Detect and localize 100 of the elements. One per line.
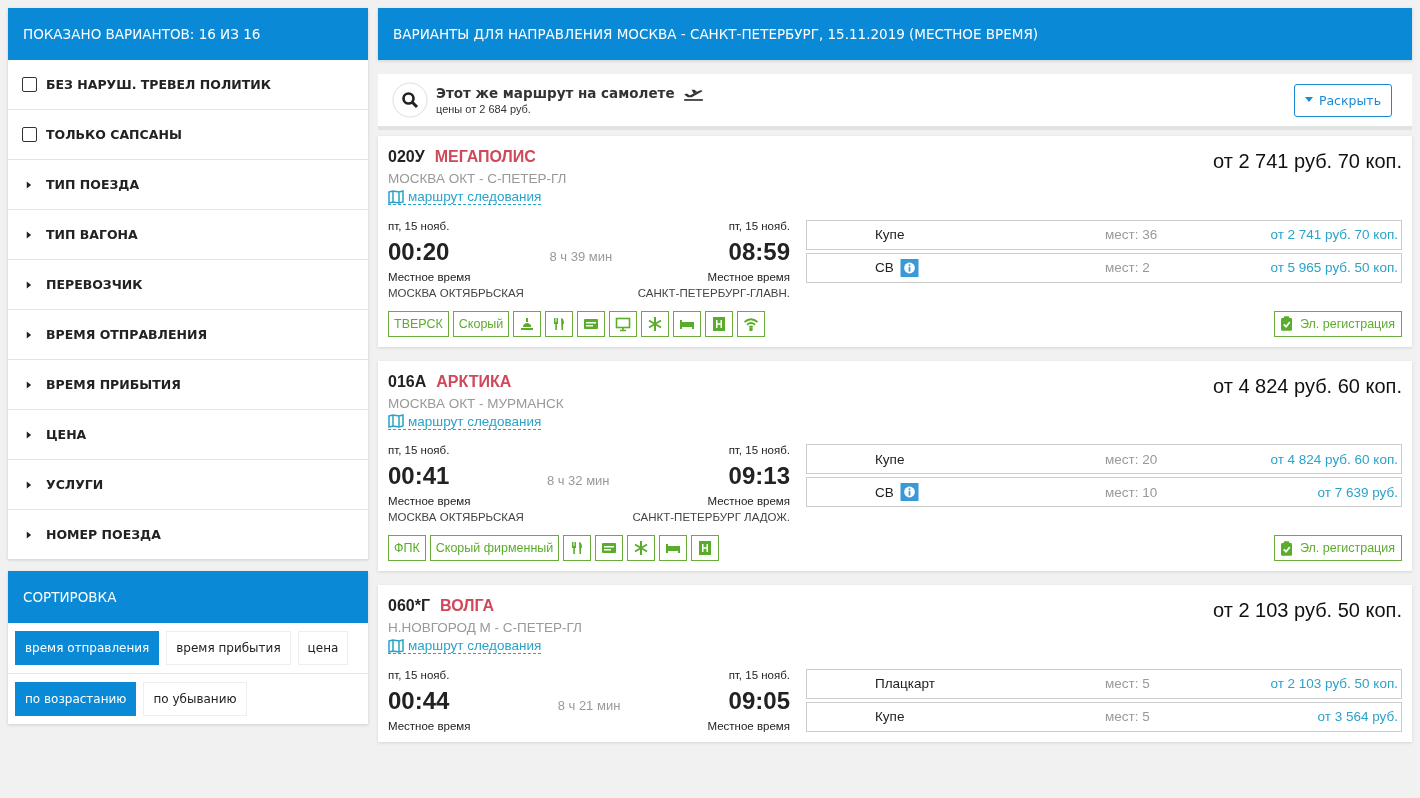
departure-date: пт, 15 нояб. [388,444,451,456]
amenity-card-icon [595,535,624,561]
checkbox[interactable] [22,127,37,142]
departure-date: пт, 15 нояб. [388,219,451,232]
filter-label: ПЕРЕВОЗЧИК [46,277,143,292]
filter-label: НОМЕР ПОЕЗДА [46,527,161,542]
tariff-row[interactable]: СВ мест: 10 от 7 639 руб. [806,477,1402,507]
checkbox[interactable] [22,77,37,92]
filter-label: ЦЕНА [46,427,87,442]
filter-label: БЕЗ НАРУШ. ТРЕВЕЛ ПОЛИТИК [46,77,271,92]
filter-group[interactable]: ПЕРЕВОЗЧИК [8,260,368,310]
seats-count: мест: 36 [1105,227,1159,242]
departure-date: пт, 15 нояб. [388,668,451,681]
filter-group[interactable]: ТИП ВАГОНА [8,210,368,260]
filter-group[interactable]: УСЛУГИ [8,460,368,510]
departure-station: МОСКВА ОКТЯБРЬСКАЯ [388,511,524,523]
amenity-snowflake-icon [627,535,656,561]
train-name: МЕГАПОЛИС [434,148,536,166]
time-zone-note: Местное время [388,495,472,507]
expand-button[interactable]: Раскрыть [1293,83,1392,117]
trip-duration: 8 ч 32 мин [546,473,610,490]
arrival-time: 08:59 [728,237,790,266]
filter-group[interactable]: ВРЕМЯ ОТПРАВЛЕНИЯ [8,310,368,360]
amenity-wifi-icon [737,310,766,337]
arrival-date: пт, 15 нояб. [728,668,790,681]
tariff-row[interactable]: Купе мест: 20 от 4 824 руб. 60 коп. [806,444,1402,474]
train-tag: Скорый фирменный [429,535,560,561]
train-route: МОСКВА ОКТ - С-ПЕТЕР-ГЛ [388,171,567,186]
tariff-row[interactable]: Купе мест: 5 от 3 564 руб. [806,701,1402,732]
filter-checkbox[interactable]: БЕЗ НАРУШ. ТРЕВЕЛ ПОЛИТИК [8,60,368,110]
amenity-tray-icon [513,310,542,337]
car-class: Купе [875,451,905,467]
seats-count: мест: 20 [1105,451,1159,467]
time-zone-note: Местное время [707,270,790,283]
info-icon[interactable] [899,258,919,277]
train-tag: ТВЕРСК [388,310,449,337]
car-class: Плацкарт [875,676,935,691]
filter-checkbox[interactable]: ТОЛЬКО САПСАНЫ [8,110,368,160]
trip-duration: 8 ч 39 мин [549,248,613,266]
tariff-row[interactable]: СВ мест: 2 от 5 965 руб. 50 коп. [806,252,1402,283]
time-zone-note: Местное время [388,719,471,732]
arrival-time: 09:13 [728,462,790,490]
train-route: Н.НОВГОРОД М - С-ПЕТЕР-ГЛ [388,620,582,635]
filter-group[interactable]: ТИП ПОЕЗДА [8,160,368,210]
amenity-card-icon [577,310,606,337]
train-tag: Скорый [452,310,510,337]
time-zone-note: Местное время [707,719,790,732]
train-price: от 2 741 руб. 70 коп. [1213,150,1402,174]
map-icon [388,189,404,204]
tariff-row[interactable]: Купе мест: 36 от 2 741 руб. 70 коп. [806,219,1402,250]
amenity-wc-icon [691,535,720,561]
filter-label: ВРЕМЯ ПРИБЫТИЯ [46,377,181,392]
arrival-date: пт, 15 нояб. [728,219,790,232]
amenity-wc-icon [705,310,734,337]
filter-group[interactable]: ЦЕНА [8,410,368,460]
car-class: Купе [875,709,905,724]
train-route: МОСКВА ОКТ - МУРМАНСК [388,395,564,411]
trip-duration: 8 ч 21 мин [557,697,621,715]
departure-time: 00:41 [388,462,451,490]
caret-icon [1304,97,1313,103]
arrival-time: 09:05 [728,686,790,715]
departure-time: 00:44 [388,686,451,715]
time-zone-note: Местное время [388,270,472,283]
search-icon[interactable] [392,82,428,118]
filter-label: ВРЕМЯ ОТПРАВЛЕНИЯ [46,327,208,342]
train-price: от 4 824 руб. 60 коп. [1213,374,1402,399]
car-class: СВ [875,484,894,500]
sort-order-option[interactable]: по возрастанию [15,682,137,716]
filter-label: УСЛУГИ [46,477,104,492]
train-price: от 2 103 руб. 50 коп. [1213,599,1402,623]
train-number: 016А [388,372,427,391]
filter-group[interactable]: НОМЕР ПОЕЗДА [8,510,368,559]
panel-header: СОРТИРОВКА [8,571,368,623]
arrival-station: САНКТ-ПЕТЕРБУРГ ЛАДОЖ. [632,511,790,523]
amenity-bed-icon [673,310,702,337]
time-zone-note: Местное время [707,495,790,507]
clipboard-check-icon [1280,540,1292,556]
train-name: АРКТИКА [436,372,512,391]
sort-option[interactable]: время отправления [15,631,160,665]
sort-order-option[interactable]: по убыванию [143,682,247,716]
seats-count: мест: 5 [1105,676,1151,691]
info-icon[interactable] [899,483,919,501]
clipboard-check-icon [1280,316,1292,331]
departure-station: МОСКВА ОКТЯБРЬСКАЯ [388,286,524,299]
amenity-snowflake-icon [641,310,670,337]
amenity-cutlery-icon [563,535,592,561]
seats-count: мест: 5 [1105,709,1151,724]
filter-label: ТИП ВАГОНА [46,227,138,242]
seats-count: мест: 10 [1105,484,1159,500]
tariff-row[interactable]: Плацкарт мест: 5 от 2 103 руб. 50 коп. [806,668,1402,699]
filter-label: ТИП ПОЕЗДА [46,177,140,192]
flight-price-note: цены от 2 684 руб. [436,103,532,115]
sort-option[interactable]: время прибытия [166,631,291,665]
filter-group[interactable]: ВРЕМЯ ПРИБЫТИЯ [8,360,368,410]
departure-time: 00:20 [388,237,451,266]
filter-label: ТОЛЬКО САПСАНЫ [46,127,182,142]
sort-option[interactable]: цена [297,631,349,665]
e-registration-badge: Эл. регистрация [1273,310,1402,337]
seats-count: мест: 2 [1105,260,1151,275]
results-header: ВАРИАНТЫ ДЛЯ НАПРАВЛЕНИЯ МОСКВА - САНКТ-ПЕТЕРБУРГ, 15.11.2019 (МЕСТНОЕ ВРЕМЯ) [378,8,1412,60]
